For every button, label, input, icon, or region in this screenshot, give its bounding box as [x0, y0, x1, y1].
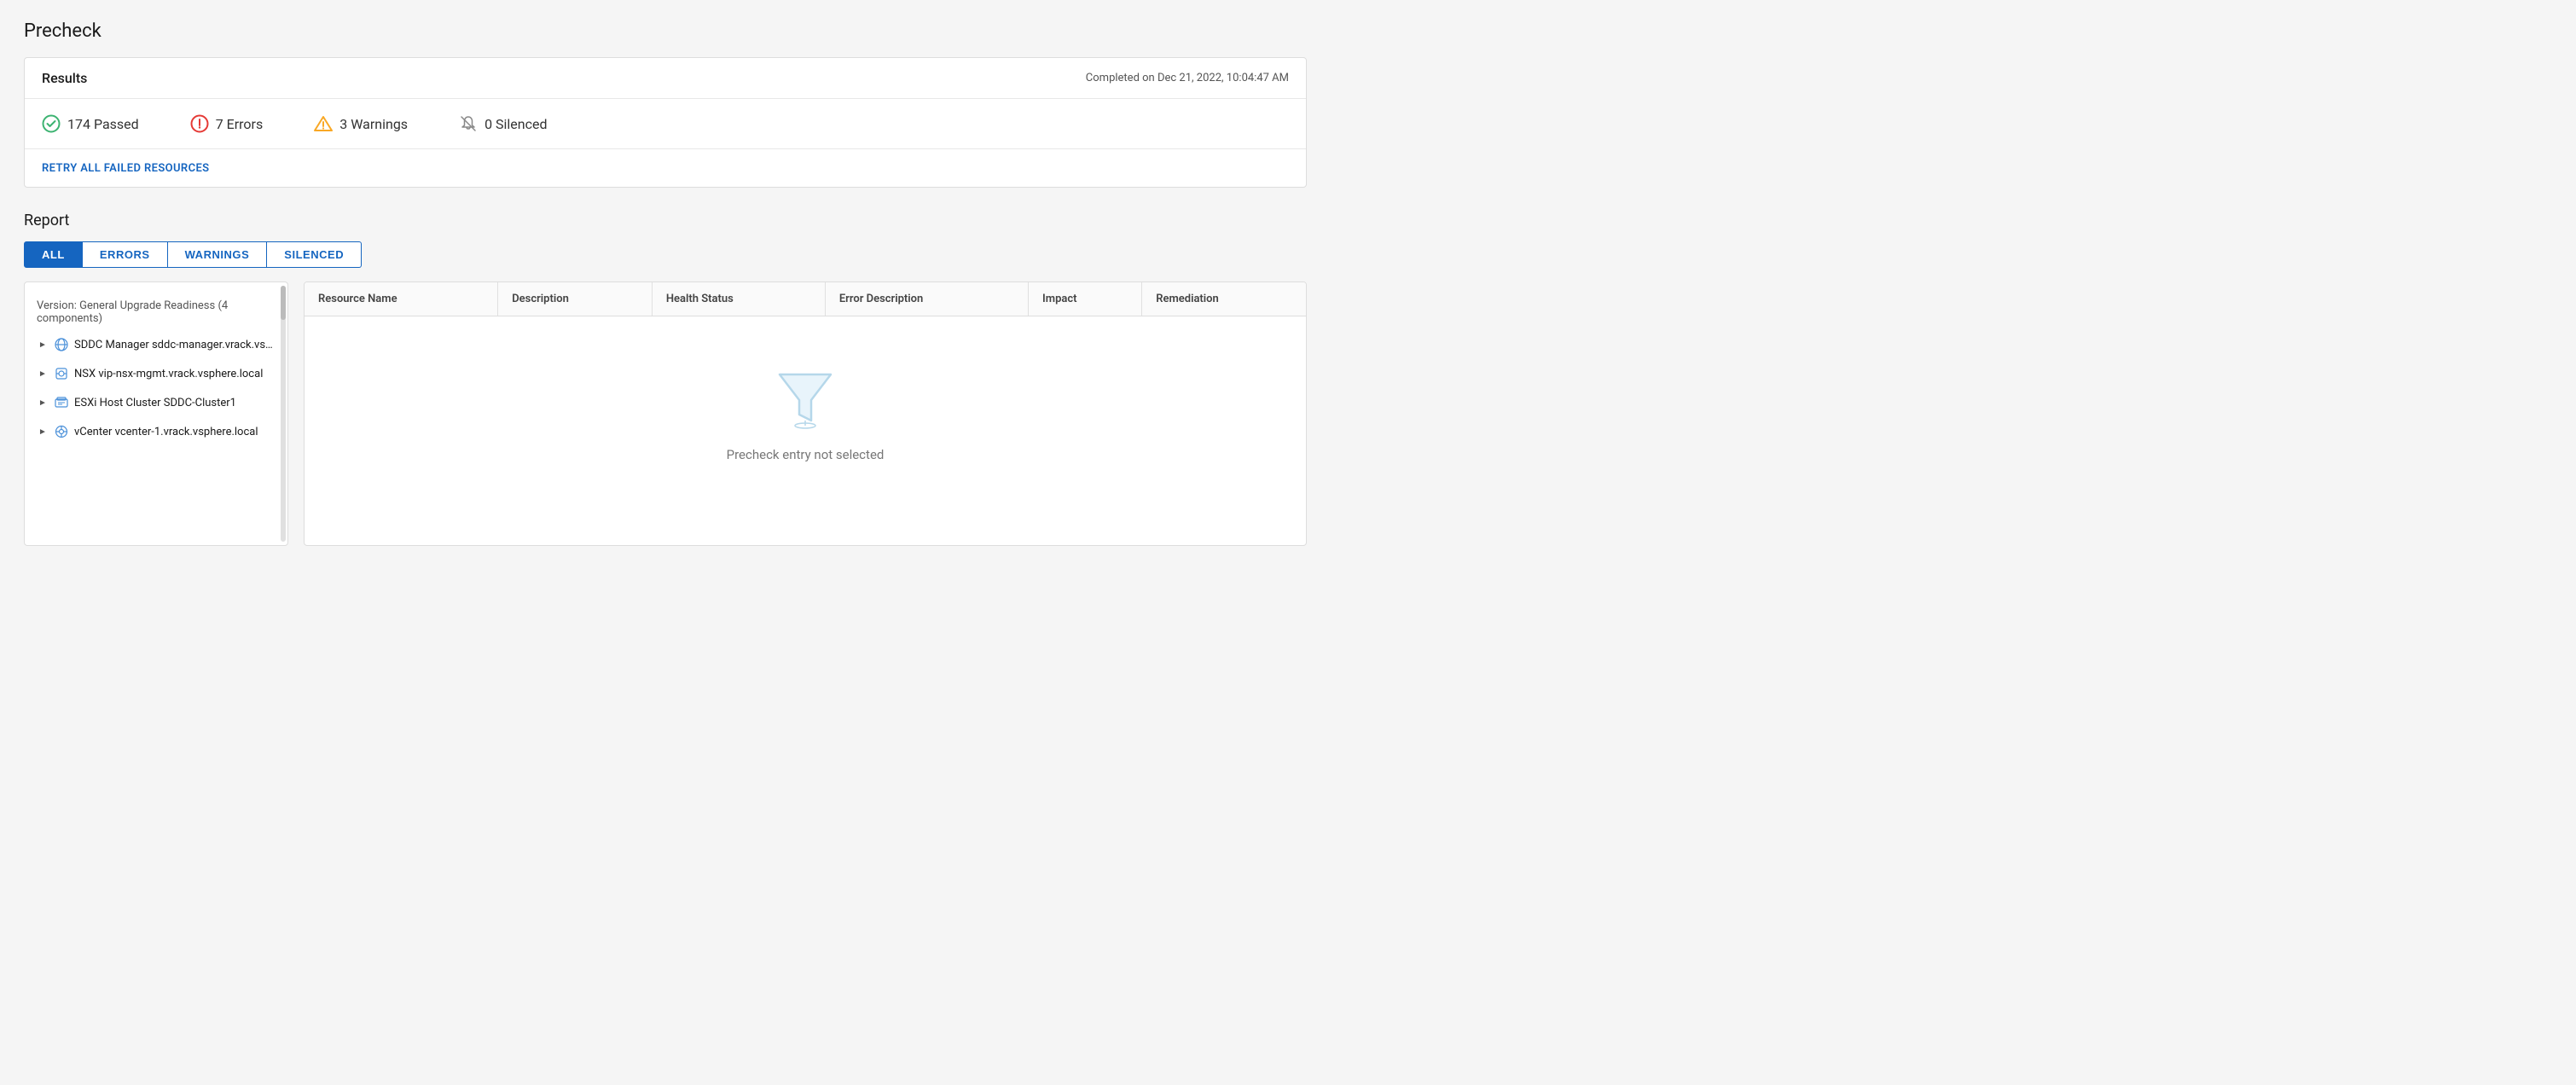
- check-circle-icon: [42, 114, 61, 133]
- error-circle-icon: [190, 114, 209, 133]
- col-health-status: Health Status: [652, 282, 825, 316]
- col-error-description: Error Description: [825, 282, 1028, 316]
- silenced-bell-icon: [459, 114, 478, 133]
- stat-silenced: 0 Silenced: [459, 114, 547, 133]
- stat-warnings: 3 Warnings: [314, 114, 408, 133]
- tree-version-label: Version: General Upgrade Readiness (4 co…: [25, 293, 287, 330]
- tree-item-nsx[interactable]: ► NSX vip-nsx-mgmt.vrack.vsphere.local: [25, 359, 287, 388]
- tree-item-sddc[interactable]: ► SDDC Manager sddc-manager.vrack.vspher…: [25, 330, 287, 359]
- passed-label: 174 Passed: [67, 116, 139, 132]
- chevron-right-icon: ►: [37, 340, 49, 350]
- warnings-label: 3 Warnings: [339, 116, 408, 132]
- retry-all-button[interactable]: RETRY ALL FAILED RESOURCES: [42, 162, 210, 175]
- vcenter-icon: [54, 424, 69, 439]
- esxi-icon: [54, 395, 69, 410]
- results-section-title: Results: [42, 70, 87, 86]
- tree-item-esxi[interactable]: ► ESXi Host Cluster SDDC-Cluster1: [25, 388, 287, 417]
- chevron-right-icon-vcenter: ►: [37, 427, 49, 437]
- results-actions: RETRY ALL FAILED RESOURCES: [25, 149, 1306, 187]
- nsx-icon: [54, 366, 69, 381]
- vcenter-label: vCenter vcenter-1.vrack.vsphere.local: [74, 426, 258, 438]
- chevron-right-icon-nsx: ►: [37, 369, 49, 379]
- results-completed-time: Completed on Dec 21, 2022, 10:04:47 AM: [1086, 72, 1289, 84]
- page-container: Precheck Results Completed on Dec 21, 20…: [0, 0, 1331, 566]
- tree-item-vcenter[interactable]: ► vCenter vcenter-1.vrack.vsph: [25, 417, 287, 446]
- tab-silenced[interactable]: SILENCED: [267, 241, 362, 268]
- report-body: Version: General Upgrade Readiness (4 co…: [24, 281, 1307, 546]
- detail-panel: Resource Name Description Health Status …: [304, 281, 1307, 546]
- stat-passed: 174 Passed: [42, 114, 139, 133]
- tab-all[interactable]: ALL: [24, 241, 83, 268]
- empty-label: Precheck entry not selected: [727, 447, 885, 462]
- page-title: Precheck: [24, 20, 1307, 42]
- report-section: Report ALL ERRORS WARNINGS SILENCED Vers…: [24, 212, 1307, 546]
- stat-errors: 7 Errors: [190, 114, 264, 133]
- col-description: Description: [498, 282, 653, 316]
- funnel-icon: [775, 368, 835, 435]
- col-impact: Impact: [1029, 282, 1142, 316]
- esxi-label: ESXi Host Cluster SDDC-Cluster1: [74, 397, 236, 409]
- silenced-label: 0 Silenced: [484, 116, 547, 132]
- results-stats: 174 Passed 7 Errors: [25, 99, 1306, 149]
- detail-table: Resource Name Description Health Status …: [305, 282, 1306, 513]
- errors-label: 7 Errors: [216, 116, 264, 132]
- nsx-label: NSX vip-nsx-mgmt.vrack.vsphere.local: [74, 368, 263, 380]
- results-card: Results Completed on Dec 21, 2022, 10:04…: [24, 57, 1307, 188]
- scrollbar-track: [281, 286, 286, 542]
- empty-state: Precheck entry not selected: [305, 316, 1306, 513]
- warning-triangle-icon: [314, 114, 333, 133]
- chevron-right-icon-esxi: ►: [37, 398, 49, 408]
- tree-scroll[interactable]: Version: General Upgrade Readiness (4 co…: [25, 282, 287, 545]
- col-remediation: Remediation: [1142, 282, 1306, 316]
- tab-warnings[interactable]: WARNINGS: [168, 241, 268, 268]
- col-resource-name: Resource Name: [305, 282, 498, 316]
- tree-panel: Version: General Upgrade Readiness (4 co…: [24, 281, 288, 546]
- results-header: Results Completed on Dec 21, 2022, 10:04…: [25, 58, 1306, 99]
- sddc-icon: [54, 337, 69, 352]
- sddc-label: SDDC Manager sddc-manager.vrack.vsphere.…: [74, 339, 276, 351]
- tab-errors[interactable]: ERRORS: [83, 241, 168, 268]
- report-tabs: ALL ERRORS WARNINGS SILENCED: [24, 241, 1307, 268]
- scrollbar-thumb: [281, 286, 286, 320]
- report-section-title: Report: [24, 212, 1307, 229]
